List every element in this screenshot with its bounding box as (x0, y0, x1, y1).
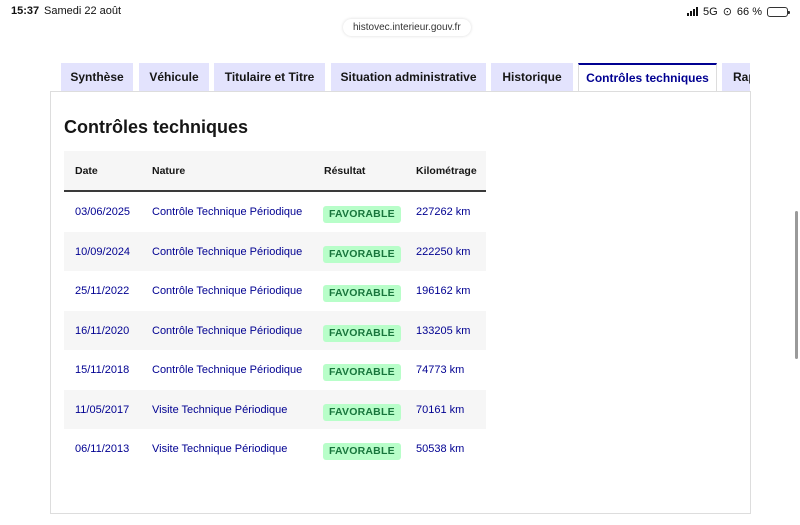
column-header-kilometrage: Kilométrage (416, 165, 477, 177)
status-date: Samedi 22 août (44, 5, 122, 17)
row-kilometrage: 133205 km (416, 324, 471, 337)
tab-situation-administrative[interactable]: Situation administrative (331, 63, 486, 92)
row-nature: Contrôle Technique Périodique (152, 364, 303, 376)
tab-titulaire-et-titre[interactable]: Titulaire et Titre (214, 63, 325, 92)
row-kilometrage: 196162 km (416, 285, 471, 297)
row-nature: Contrôle Technique Périodique (152, 324, 303, 337)
result-badge: FAVORABLE (323, 324, 401, 342)
result-badge: FAVORABLE (323, 403, 401, 421)
result-badge: FAVORABLE (323, 285, 401, 302)
status-time: 15:37 (11, 5, 40, 17)
orientation-lock-icon: ⊙ (722, 6, 732, 18)
table-row: 11/05/2017 Visite Technique Périodique F… (64, 389, 486, 429)
table-row: 15/11/2018 Contrôle Technique Périodique… (64, 350, 486, 390)
row-date: 11/05/2017 (75, 403, 130, 416)
row-date: 06/11/2013 (75, 443, 130, 455)
battery-icon (767, 6, 790, 17)
controles-table: Date Nature Résultat Kilométrage 03/06/2… (64, 151, 486, 469)
row-date: 10/09/2024 (75, 245, 131, 258)
row-nature: Contrôle Technique Périodique (152, 245, 303, 258)
row-kilometrage: 50538 km (416, 443, 465, 455)
url-bar[interactable]: histovec.interieur.gouv.fr (343, 19, 471, 36)
tab-controles-techniques[interactable]: Contrôles techniques (578, 63, 717, 92)
row-kilometrage: 222250 km (416, 245, 471, 258)
cellular-signal-icon (687, 7, 699, 16)
table-row: 16/11/2020 Contrôle Technique Périodique… (64, 310, 486, 350)
row-nature: Contrôle Technique Périodique (152, 206, 303, 218)
status-indicators: 5G ⊙ 66 % (687, 5, 790, 18)
row-nature: Visite Technique Périodique (152, 443, 288, 455)
tab-historique[interactable]: Historique (491, 63, 573, 92)
row-nature: Visite Technique Périodique (152, 403, 288, 416)
tab-vehicule[interactable]: Véhicule (139, 63, 209, 92)
table-row: 06/11/2013 Visite Technique Périodique F… (64, 429, 486, 469)
row-date: 15/11/2018 (75, 364, 130, 376)
table-row: 25/11/2022 Contrôle Technique Périodique… (64, 271, 486, 311)
column-header-date: Date (75, 165, 98, 177)
row-nature: Contrôle Technique Périodique (152, 285, 303, 297)
tab-synthese[interactable]: Synthèse (61, 63, 133, 92)
row-kilometrage: 74773 km (416, 364, 465, 376)
section-title: Contrôles techniques (64, 117, 249, 137)
row-kilometrage: 227262 km (416, 206, 471, 218)
result-badge: FAVORABLE (323, 364, 401, 381)
table-row: 03/06/2025 Contrôle Technique Périodique… (64, 192, 486, 232)
scrollbar[interactable] (795, 211, 798, 359)
result-badge: FAVORABLE (323, 206, 401, 223)
row-kilometrage: 70161 km (416, 403, 465, 416)
row-date: 25/11/2022 (75, 285, 130, 297)
network-type: 5G (703, 5, 718, 18)
row-date: 16/11/2020 (75, 324, 130, 337)
column-header-resultat: Résultat (324, 165, 366, 177)
result-badge: FAVORABLE (323, 245, 401, 263)
table-row: 10/09/2024 Contrôle Technique Périodique… (64, 231, 486, 271)
column-header-nature: Nature (152, 165, 186, 177)
tab-rapport[interactable]: Rap (722, 63, 750, 92)
row-date: 03/06/2025 (75, 206, 131, 218)
result-badge: FAVORABLE (323, 443, 401, 460)
table-header: Date Nature Résultat Kilométrage (64, 151, 486, 192)
tab-bar: Synthèse Véhicule Titulaire et Titre Sit… (61, 63, 750, 92)
battery-percent: 66 % (736, 5, 762, 18)
